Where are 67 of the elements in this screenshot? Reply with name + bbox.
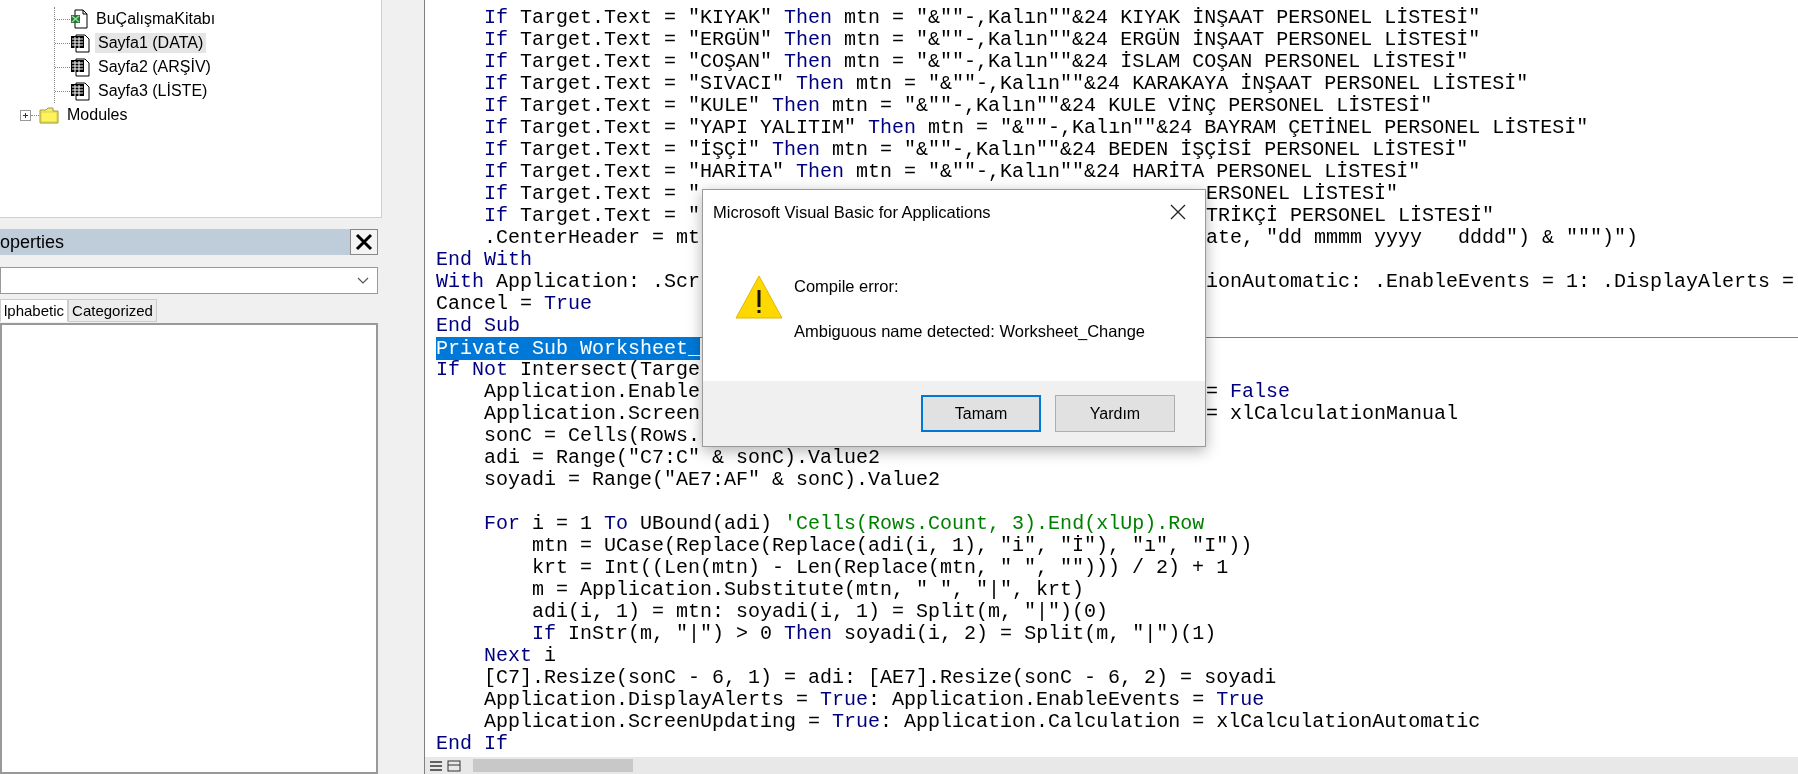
code-line: TRİKÇİ PERSONEL LİSTESİ": [1206, 205, 1496, 227]
code-line: .CenterHeader = mt: [483, 227, 702, 249]
tree-item[interactable]: Sayfa3 (LİSTE): [95, 81, 211, 101]
code-line: m = Application.Substitute(mtn, " ", "|", krt): [531, 578, 1085, 601]
code-line: Cancel = True: [436, 292, 593, 315]
scroll-thumb[interactable]: [473, 759, 633, 772]
code-line: ate, "dd mmmm yyyy dddd") & """)"): [1206, 227, 1640, 249]
code-line: If Target.Text = ": [483, 183, 702, 205]
error-heading: Compile error:: [794, 277, 900, 296]
code-line: = xlCalculationManual: [1206, 403, 1460, 425]
code-line: If InStr(m, "|") > 0 Then soyadi(i, 2) = Split(m, "|")(1): [531, 622, 1217, 645]
tab[interactable]: Categorized: [68, 299, 157, 322]
error-message: Ambiguous name detected: Worksheet_Change: [794, 322, 1145, 341]
expand-icon[interactable]: [20, 109, 31, 121]
code-line: If Target.Text = "ERGÜN" Then mtn = "&""-,Kalın""&24 ERGÜN İNŞAAT PERSONEL LİSTESİ": [483, 28, 1481, 51]
code-line: Application.Screen: [483, 403, 702, 425]
code-line: ERSONEL LİSTESİ": [1206, 183, 1400, 205]
tab[interactable]: lphabetic: [0, 299, 69, 322]
code-line: If Target.Text = ": [483, 205, 702, 227]
code-line: Next i: [483, 644, 557, 667]
code-line: If Target.Text = "HARİTA" Then mtn = "&""-,Kalın""&24 HARİTA PERSONEL LİSTESİ": [483, 160, 1421, 183]
tree-item[interactable]: BuÇalışmaKitabı: [93, 9, 219, 29]
warning-icon: [734, 274, 784, 320]
tree-item[interactable]: Modules: [64, 105, 131, 125]
dialog-title: Microsoft Visual Basic for Applications: [713, 202, 991, 222]
code-line: adi = Range("C7:C" & sonC).Value2: [483, 446, 881, 469]
horizontal-scrollbar[interactable]: [425, 757, 1798, 774]
chevron-icon: [357, 276, 369, 285]
workbook-icon: [70, 9, 88, 29]
code-line: krt = Int((Len(mtn) - Len(Replace(mtn, " ", ""))) / 2) + 1: [531, 556, 1229, 579]
code-line: If Target.Text = "KIYAK" Then mtn = "&""-,Kalın""&24 KIYAK İNŞAAT PERSONEL LİSTESİ": [483, 6, 1481, 29]
code-line: With Application: .Scr: [436, 271, 702, 293]
dialog-button[interactable]: Yardım: [1055, 395, 1175, 432]
code-line: mtn = UCase(Replace(Replace(adi(i, 1), "i", "İ"), "ı", "I")): [531, 534, 1253, 557]
code-line: For i = 1 To UBound(adi) 'Cells(Rows.Count, 3).End(xlUp).Row: [483, 512, 1205, 535]
object-dropdown[interactable]: [0, 267, 378, 294]
sheet-icon: [70, 81, 90, 101]
close-button[interactable]: [350, 229, 378, 255]
code-line: If Not Intersect(Targe: [436, 358, 701, 381]
code-line: End Sub: [436, 314, 520, 337]
code-line: sonC = Cells(Rows.: [483, 424, 701, 447]
code-line: = False: [1206, 381, 1292, 403]
dialog-button[interactable]: Tamam: [921, 395, 1041, 432]
view-icon[interactable]: [447, 759, 461, 772]
code-line: Application.Enable: [483, 381, 702, 403]
folder-icon: [39, 106, 59, 124]
view-icon[interactable]: [429, 759, 443, 772]
sheet-icon: [70, 57, 90, 77]
code-line: If Target.Text = "İŞÇİ" Then mtn = "&""-,Kalın""&24 BEDEN İŞÇİSİ PERSONEL LİSTESİ": [483, 138, 1469, 161]
code-line: soyadi = Range("AE7:AF" & sonC).Value2: [483, 468, 941, 491]
tree-item[interactable]: Sayfa1 (DATA): [95, 33, 207, 53]
code-line: End If: [436, 732, 508, 755]
code-line: Application.ScreenUpdating = True: Application.Calculation = xlCalculationAutomatic: [483, 710, 1481, 733]
sheet-icon: [70, 33, 90, 53]
tree-item[interactable]: Sayfa2 (ARŞİV): [95, 57, 214, 77]
panel-title: operties: [0, 231, 65, 253]
code-line: If Target.Text = "YAPI YALITIM" Then mtn = "&""-,Kalın""&24 BAYRAM ÇETİNEL PERSONEL LİSTESİ": [483, 116, 1589, 139]
code-line: [C7].Resize(sonC - 6, 1) = adi: [AE7].Resize(sonC - 6, 2) = soyadi: [483, 666, 1277, 689]
close-icon[interactable]: [1170, 204, 1186, 220]
code-line: If Target.Text = "KULE" Then mtn = "&""-,Kalın""&24 KULE VİNÇ PERSONEL LİSTESİ": [483, 94, 1433, 117]
code-line: If Target.Text = "SIVACI" Then mtn = "&""-,Kalın""&24 KARAKAYA İNŞAAT PERSONEL LİSTESİ": [483, 72, 1529, 95]
code-line: adi(i, 1) = mtn: soyadi(i, 1) = Split(m, "|")(0): [531, 600, 1109, 623]
code-line: ionAutomatic: .EnableEvents = 1: .DisplayAlerts =: [1206, 271, 1796, 293]
code-line: If Target.Text = "COŞAN" Then mtn = "&""-,Kalın""&24 İSLAM COŞAN PERSONEL LİSTESİ": [483, 50, 1469, 73]
code-line: End With: [436, 248, 532, 271]
close-icon: [355, 233, 373, 251]
code-line: Application.DisplayAlerts = True: Application.EnableEvents = True: [483, 688, 1265, 711]
